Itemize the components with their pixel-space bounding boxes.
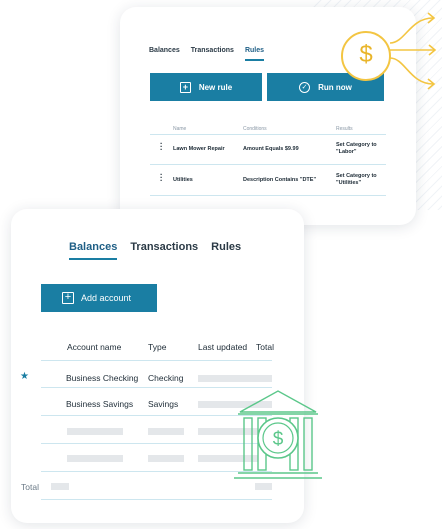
placeholder-bar	[51, 483, 69, 490]
table-row[interactable]: · · · Utilities Description Contains "DTE"…	[150, 166, 386, 196]
placeholder-bar	[148, 428, 184, 435]
add-account-button[interactable]: + Add account	[41, 284, 157, 312]
placeholder-bar	[255, 483, 272, 490]
placeholder-bar	[255, 375, 272, 382]
run-now-label: Run now	[318, 82, 352, 92]
check-circle-icon: ✓	[299, 81, 311, 93]
bank-dollar-symbol: $	[273, 429, 284, 450]
balances-card-tabs: Balances Transactions Rules	[69, 241, 241, 260]
total-label: Total	[21, 482, 39, 492]
bank-icon: $	[234, 390, 322, 479]
column-header-conditions: Conditions	[243, 126, 267, 132]
total-divider	[41, 499, 272, 500]
column-header-name: Name	[173, 126, 187, 132]
rule-condition: Amount Equals $9.99	[243, 146, 299, 152]
tab-rules[interactable]: Rules	[244, 47, 264, 61]
column-header-total: Total	[256, 342, 274, 352]
column-header-type: Type	[148, 342, 167, 352]
table-row[interactable]: · · · Lawn Mower Repair Amount Equals $9.9…	[150, 135, 386, 165]
rule-name: Utilities	[173, 177, 193, 183]
plus-box-icon: +	[179, 81, 191, 93]
new-rule-button[interactable]: + New rule	[150, 73, 262, 101]
arrows-icon	[389, 12, 437, 90]
rule-result: Set Category to "Labor"	[336, 142, 377, 155]
tab-rules[interactable]: Rules	[211, 241, 241, 260]
placeholder-bar	[67, 428, 123, 435]
new-rule-label: New rule	[198, 82, 233, 92]
rules-card-tabs: Balances Transactions Rules	[149, 47, 264, 61]
column-header-last-updated: Last updated	[198, 342, 248, 352]
rule-condition: Description Contains "DTE"	[243, 177, 317, 183]
column-header-account-name: Account name	[67, 342, 122, 352]
placeholder-bar	[198, 375, 258, 382]
kebab-menu-icon[interactable]: · · ·	[160, 140, 163, 154]
account-type: Checking	[148, 373, 184, 383]
tab-transactions[interactable]: Transactions	[191, 47, 234, 61]
rule-name: Lawn Mower Repair	[173, 146, 225, 152]
account-name: Business Savings	[66, 399, 134, 409]
kebab-menu-icon[interactable]: · · ·	[160, 171, 163, 185]
account-name: Business Checking	[66, 373, 139, 383]
dollar-coin-icon: $	[341, 31, 391, 81]
plus-box-icon: +	[62, 292, 74, 304]
placeholder-bar	[148, 455, 184, 462]
add-account-label: Add account	[81, 293, 132, 303]
star-icon[interactable]: ★	[20, 371, 29, 382]
tab-transactions[interactable]: Transactions	[130, 241, 198, 260]
tab-balances[interactable]: Balances	[149, 47, 180, 61]
account-type: Savings	[148, 399, 179, 409]
tab-balances[interactable]: Balances	[69, 241, 118, 260]
column-header-results: Results	[336, 126, 353, 132]
placeholder-bar	[67, 455, 123, 462]
rule-result: Set Category to "Utilities"	[336, 173, 377, 186]
